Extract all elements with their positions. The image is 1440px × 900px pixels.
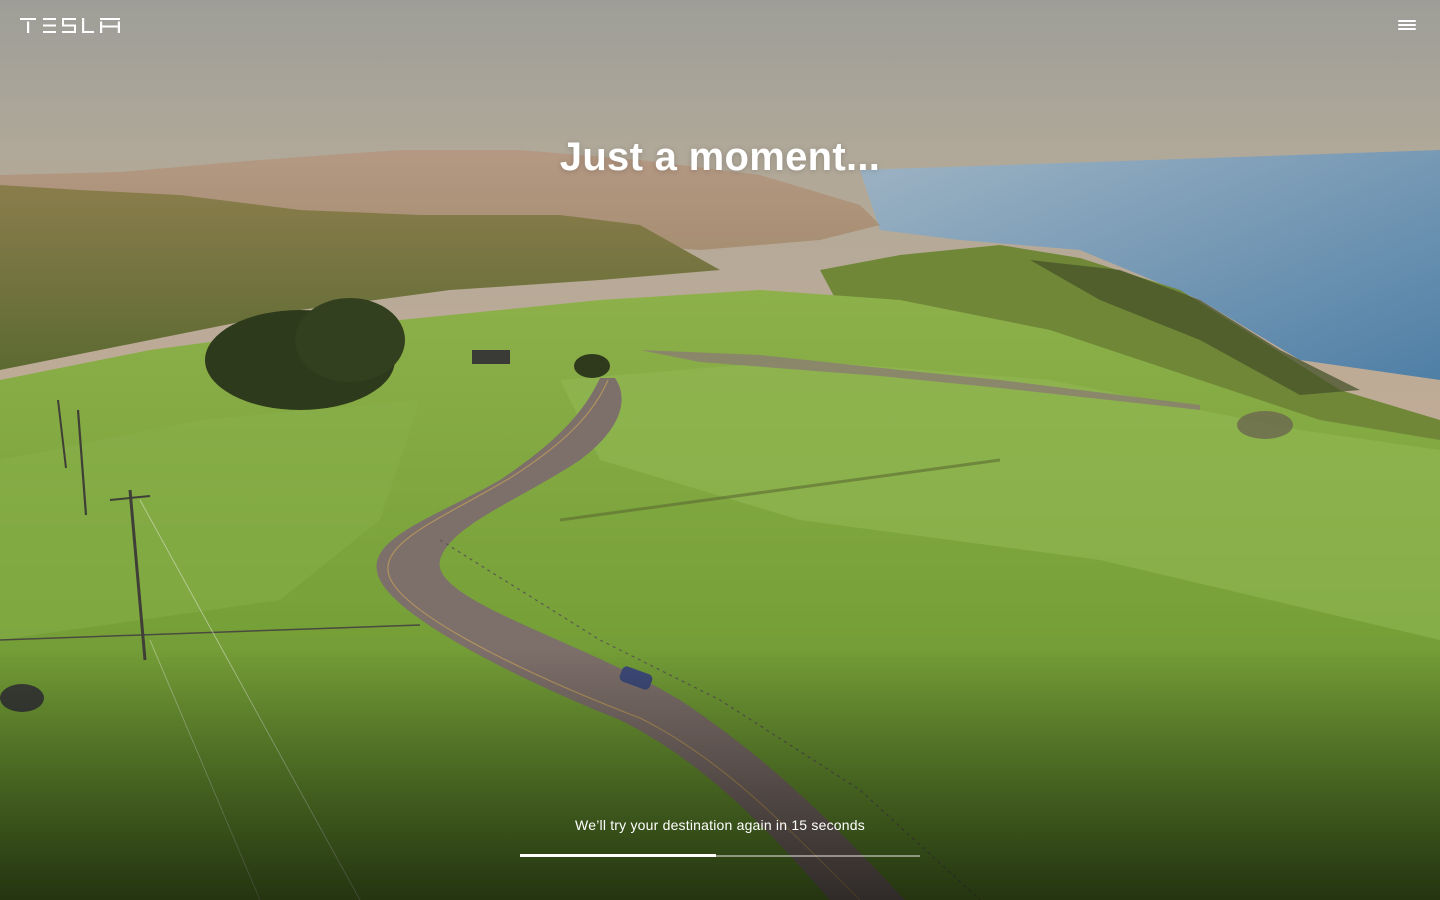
- retry-progress-bar: [520, 854, 920, 857]
- hamburger-line-icon: [1398, 24, 1416, 26]
- tesla-logo[interactable]: [20, 18, 120, 33]
- header: [0, 0, 1440, 52]
- hamburger-line-icon: [1398, 20, 1416, 22]
- retry-progress-fill: [520, 854, 716, 857]
- menu-button[interactable]: [1398, 17, 1416, 33]
- tesla-wordmark-icon: [20, 18, 120, 33]
- page: Just a moment... We’ll try your destinat…: [0, 0, 1440, 900]
- page-title: Just a moment...: [559, 135, 881, 179]
- retry-countdown-message: We’ll try your destination again in 15 s…: [575, 817, 865, 833]
- hamburger-line-icon: [1398, 28, 1416, 30]
